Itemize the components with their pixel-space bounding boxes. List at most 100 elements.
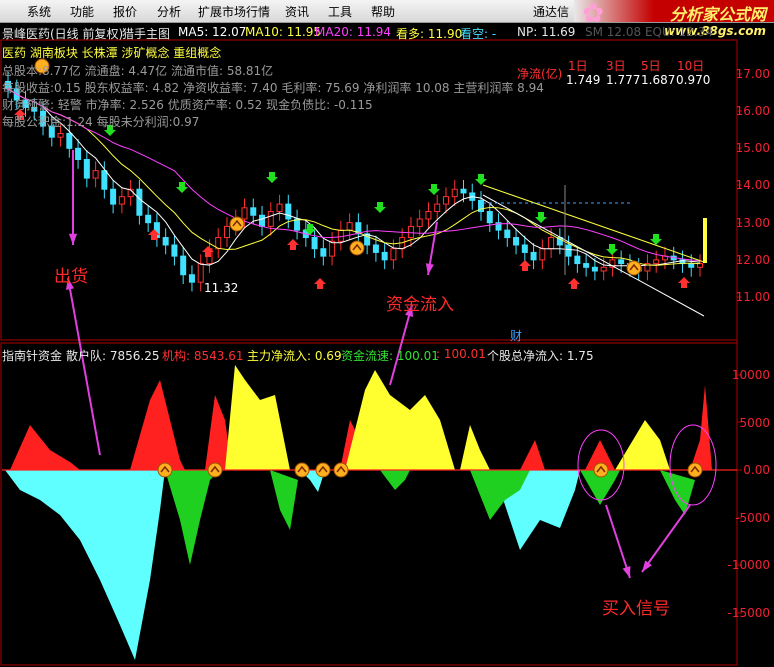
arrow-sell-up-head xyxy=(68,233,78,245)
buy-signal-icon xyxy=(349,240,365,256)
inst-positive-area xyxy=(10,425,80,470)
flow-table-label: 净流(亿) xyxy=(517,67,563,81)
price-tick: 13.00 xyxy=(735,216,770,230)
inst-negative-area xyxy=(660,470,695,515)
candle-body xyxy=(110,188,117,205)
candle-body xyxy=(539,248,546,261)
candle-body xyxy=(241,207,248,220)
flow-value-5d: 1.687 xyxy=(641,73,676,87)
candle-body xyxy=(513,237,520,246)
inst-negative-area xyxy=(380,470,410,490)
trend-line xyxy=(482,194,705,317)
candle-body xyxy=(276,203,283,213)
np-value: NP: 11.69 xyxy=(517,25,576,39)
retail-negative-area xyxy=(5,470,165,660)
candle-body xyxy=(75,147,82,160)
down-arrow-icon xyxy=(428,184,440,195)
arrow-buy-left xyxy=(605,504,631,579)
flow-tick: -10000 xyxy=(727,558,770,572)
candle-body xyxy=(320,248,327,257)
flow-tick: 10000 xyxy=(731,368,770,382)
candle-body xyxy=(548,237,555,250)
down-arrow-icon xyxy=(374,202,386,213)
flow-tick: 0.00 xyxy=(743,463,770,477)
candle-body xyxy=(267,211,274,227)
candle-body xyxy=(407,225,414,239)
annotation-inflow: 资金流入 xyxy=(386,295,454,315)
candle-body xyxy=(83,158,90,179)
stock-title: 景峰医药(日线 前复权) xyxy=(2,27,124,41)
concept-tags: 医药 湖南板块 长株潭 涉矿概念 重组概念 xyxy=(2,46,222,60)
buy-signal-icon xyxy=(294,462,310,478)
buy-signal-icon xyxy=(207,462,223,478)
candle-body xyxy=(583,263,590,268)
candle-body xyxy=(618,259,625,265)
buy-signal-icon xyxy=(626,260,642,276)
fund-speed-value: 资金流速: 100.01 xyxy=(341,349,439,363)
candle-body xyxy=(390,248,397,261)
candle-body xyxy=(101,170,108,190)
faded-indicator-values: SM 12.08 EQU: 12.34 xyxy=(585,25,713,39)
down-arrow-icon xyxy=(266,172,278,183)
institution-value: 机构: 8543.61 xyxy=(162,349,244,363)
candle-body xyxy=(460,188,467,194)
candle-body xyxy=(442,196,449,205)
low-price-label: 11.32 xyxy=(204,281,239,295)
candle-body xyxy=(486,211,493,224)
candle-body xyxy=(285,203,292,220)
candle-body xyxy=(688,263,695,268)
inst-positive-area xyxy=(130,380,185,470)
inst-negative-area xyxy=(165,470,220,565)
price-tick: 12.00 xyxy=(735,253,770,267)
candle-body xyxy=(329,240,336,257)
candle-body xyxy=(66,132,73,149)
main-positive-area xyxy=(225,365,290,470)
candle-body xyxy=(381,251,388,261)
down-arrow-icon xyxy=(475,174,487,185)
down-arrow-icon xyxy=(606,244,618,255)
kanduo-value: 看多: 11.90 xyxy=(396,27,463,41)
yellow-bar xyxy=(703,218,707,263)
flow-header-10d: 10日 xyxy=(677,59,705,73)
stock-inflow-value: 个股总净流入: 1.75 xyxy=(487,349,594,363)
price-tick: 17.00 xyxy=(735,67,770,81)
candle-body xyxy=(565,244,572,257)
buy-signal-icon xyxy=(593,462,609,478)
candle-body xyxy=(697,263,703,268)
arrow-inflow-down xyxy=(389,304,413,386)
info-line-3: 财务预警: 轻警 市净率: 2.526 优质资产率: 0.52 现金负债比: -… xyxy=(2,98,373,112)
candle-body xyxy=(337,229,344,242)
retail-value: 散户队: 7856.25 xyxy=(66,349,160,363)
price-tick: 15.00 xyxy=(735,141,770,155)
candle-body xyxy=(171,244,178,257)
indicator-name: 猎手主图 xyxy=(122,27,171,41)
info-line-4: 每股公积金:1.24 每股未分利润:0.97 xyxy=(2,115,200,129)
candle-body xyxy=(118,196,125,205)
ma10-value: MA10: 11.95 xyxy=(245,25,322,39)
up-arrow-icon xyxy=(519,260,531,271)
candle-body xyxy=(57,132,64,138)
arrow-buy-right-head xyxy=(642,560,652,572)
arrow-sell-down xyxy=(67,277,101,456)
flow-header-3d: 3日 xyxy=(606,59,626,73)
buy-signal-icon xyxy=(157,462,173,478)
financial-report-marker[interactable]: 财 xyxy=(510,327,522,344)
annotation-sell: 出货 xyxy=(54,267,88,287)
annotation-buy-signal: 买入信号 xyxy=(602,599,670,619)
candle-body xyxy=(294,218,301,231)
price-tick: 16.00 xyxy=(735,104,770,118)
flow-value-1d: 1.749 xyxy=(566,73,601,87)
candle-body xyxy=(92,170,99,179)
candle-body xyxy=(346,222,353,231)
candle-body xyxy=(591,266,598,272)
kankong-value: 看空: - xyxy=(460,27,497,41)
buy-signal-icon xyxy=(333,462,349,478)
candle-body xyxy=(653,259,660,265)
candle-body xyxy=(521,244,528,253)
candle-body xyxy=(434,203,441,213)
main-positive-area xyxy=(460,425,490,470)
arrow-buy-right xyxy=(641,504,691,573)
arrow-buy-left-head xyxy=(622,566,631,578)
flow-tick: -5000 xyxy=(735,511,770,525)
price-tick: 14.00 xyxy=(735,178,770,192)
